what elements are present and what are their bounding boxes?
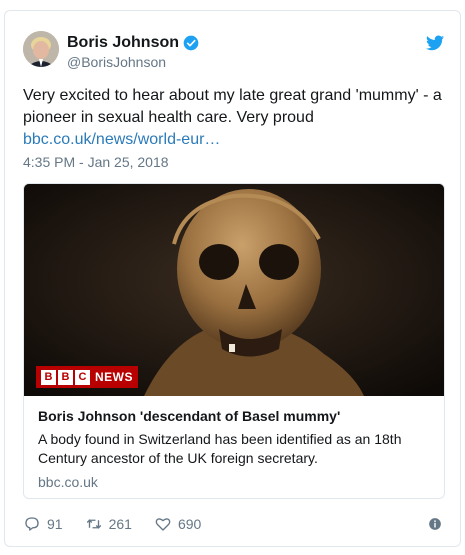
- tweet-link[interactable]: bbc.co.uk/news/world-eur…: [23, 129, 447, 151]
- tweet-timestamp[interactable]: 4:35 PM - Jan 25, 2018: [23, 154, 169, 170]
- link-preview-card[interactable]: B B C NEWS Boris Johnson 'descendant of …: [23, 183, 445, 499]
- avatar[interactable]: [23, 31, 59, 67]
- reply-count: 91: [47, 516, 63, 532]
- heart-icon: [155, 518, 171, 531]
- reply-icon: [25, 517, 39, 531]
- like-button[interactable]: 690: [154, 515, 201, 533]
- retweet-button[interactable]: 261: [85, 515, 132, 533]
- tweet-card: Boris Johnson @BorisJohnson Very excited…: [4, 10, 461, 547]
- tweet-text-line: pioneer in sexual health care. Very prou…: [23, 109, 314, 126]
- verified-badge-icon: [183, 35, 199, 51]
- card-domain: bbc.co.uk: [38, 474, 98, 490]
- card-image[interactable]: B B C NEWS: [24, 184, 444, 396]
- card-title[interactable]: Boris Johnson 'descendant of Basel mummy…: [38, 408, 340, 424]
- author-name-text[interactable]: Boris Johnson: [67, 34, 179, 52]
- like-count: 690: [177, 516, 202, 532]
- card-description: A body found in Switzerland has been ide…: [38, 430, 434, 468]
- bbc-logo-letter: C: [75, 369, 90, 385]
- tweet-text-line: Very excited to hear about my late great…: [23, 87, 442, 104]
- retweet-icon: [86, 519, 101, 529]
- reply-button[interactable]: 91: [23, 515, 63, 533]
- tweet-text: Very excited to hear about my late great…: [23, 85, 447, 151]
- bbc-news-text: NEWS: [95, 370, 133, 384]
- tweet-actions: 91 261 690: [23, 514, 223, 534]
- card-description-line: A body found in Switzerland has been ide…: [38, 431, 402, 447]
- bbc-news-logo: B B C NEWS: [36, 366, 138, 388]
- twitter-bird-icon[interactable]: [426, 35, 444, 51]
- bbc-logo-letter: B: [41, 369, 56, 385]
- retweet-count: 261: [108, 516, 132, 532]
- bbc-logo-letter: B: [58, 369, 73, 385]
- card-description-line: Century ancestor of the UK foreign secre…: [38, 450, 318, 466]
- author-handle[interactable]: @BorisJohnson: [67, 54, 166, 70]
- author-name[interactable]: Boris Johnson: [67, 34, 199, 52]
- info-icon[interactable]: [428, 517, 442, 531]
